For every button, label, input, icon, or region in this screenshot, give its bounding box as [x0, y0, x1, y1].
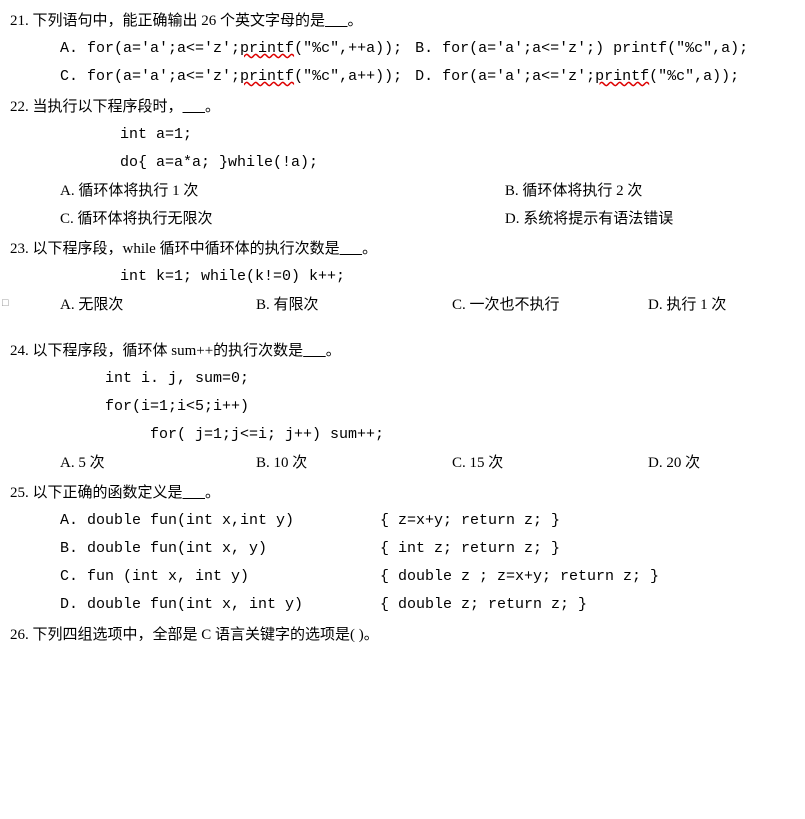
- q24-opt-d: D. 20 次: [648, 451, 795, 475]
- q22-opt-b: B. 循环体将执行 2 次: [505, 179, 795, 203]
- q21-d-post: ("%c",a));: [649, 68, 739, 85]
- q24-code2: for(i=1;i<5;i++): [10, 395, 795, 419]
- q25-b-sig: B. double fun(int x, y): [60, 537, 380, 561]
- q21-blank: [325, 13, 348, 29]
- q23-stem-suffix: 。: [362, 241, 377, 257]
- q23-blank: [340, 241, 363, 257]
- q25-opt-c: C. fun (int x, int y) { double z ; z=x+y…: [10, 565, 795, 589]
- question-23: 23. 以下程序段，while 循环中循环体的执行次数是 。 int k=1; …: [10, 237, 795, 317]
- q21-d-pre: for(a='a';a<='z';: [442, 68, 595, 85]
- q21-c-wavy: printf: [240, 68, 294, 85]
- q21-c-label: C.: [60, 68, 87, 85]
- q23-stem: 23. 以下程序段，while 循环中循环体的执行次数是 。: [10, 237, 795, 261]
- q23-opt-d: D. 执行 1 次: [648, 293, 795, 317]
- q23-opt-c: C. 一次也不执行: [452, 293, 648, 317]
- page-edge-mark: □: [2, 295, 9, 313]
- q24-opt-a: A. 5 次: [60, 451, 256, 475]
- q25-stem-prefix: 25. 以下正确的函数定义是: [10, 485, 183, 501]
- q21-opt-d: D. for(a='a';a<='z';printf("%c",a));: [415, 65, 795, 89]
- q25-stem-suffix: 。: [205, 485, 220, 501]
- spacer: [10, 323, 795, 335]
- q21-c-post: ("%c",a++));: [294, 68, 402, 85]
- q21-row1: A. for(a='a';a<='z';printf("%c",++a)); B…: [10, 37, 795, 61]
- question-25: 25. 以下正确的函数定义是 。 A. double fun(int x,int…: [10, 481, 795, 617]
- q21-stem-prefix: 21. 下列语句中，能正确输出 26 个英文字母的是: [10, 13, 325, 29]
- q21-a-label: A.: [60, 40, 87, 57]
- q22-stem: 22. 当执行以下程序段时， 。: [10, 95, 795, 119]
- q21-d-label: D.: [415, 68, 442, 85]
- q21-c-pre: for(a='a';a<='z';: [87, 68, 240, 85]
- q25-opt-d: D. double fun(int x, int y) { double z; …: [10, 593, 795, 617]
- q25-d-sig: D. double fun(int x, int y): [60, 593, 380, 617]
- q22-row1: A. 循环体将执行 1 次 B. 循环体将执行 2 次: [10, 179, 795, 203]
- q21-opt-a: A. for(a='a';a<='z';printf("%c",++a));: [60, 37, 415, 61]
- q24-code1: int i. j, sum=0;: [10, 367, 795, 391]
- q24-stem: 24. 以下程序段，循环体 sum++的执行次数是 。: [10, 339, 795, 363]
- q24-opts: A. 5 次 B. 10 次 C. 15 次 D. 20 次: [10, 451, 795, 475]
- q22-opt-a: A. 循环体将执行 1 次: [60, 179, 505, 203]
- q23-opt-b: B. 有限次: [256, 293, 452, 317]
- q21-opt-b: B. for(a='a';a<='z';) printf("%c",a);: [415, 37, 795, 61]
- q25-opt-a: A. double fun(int x,int y) { z=x+y; retu…: [10, 509, 795, 533]
- q22-stem-suffix: 。: [205, 99, 220, 115]
- q21-d-wavy: printf: [595, 68, 649, 85]
- q23-code: int k=1; while(k!=0) k++;: [10, 265, 795, 289]
- q25-a-sig: A. double fun(int x,int y): [60, 509, 380, 533]
- q22-stem-prefix: 22. 当执行以下程序段时，: [10, 99, 183, 115]
- q24-code3: for( j=1;j<=i; j++) sum++;: [10, 423, 795, 447]
- q22-row2: C. 循环体将执行无限次 D. 系统将提示有语法错误: [10, 207, 795, 231]
- q21-stem-suffix: 。: [348, 13, 363, 29]
- q21-a-pre: for(a='a';a<='z';: [87, 40, 240, 57]
- q25-stem: 25. 以下正确的函数定义是 。: [10, 481, 795, 505]
- q23-stem-prefix: 23. 以下程序段，while 循环中循环体的执行次数是: [10, 241, 340, 257]
- question-22: 22. 当执行以下程序段时， 。 int a=1; do{ a=a*a; }wh…: [10, 95, 795, 231]
- q24-blank: [303, 343, 326, 359]
- q25-opt-b: B. double fun(int x, y) { int z; return …: [10, 537, 795, 561]
- q21-row2: C. for(a='a';a<='z';printf("%c",a++)); D…: [10, 65, 795, 89]
- q22-opt-c: C. 循环体将执行无限次: [60, 207, 505, 231]
- q25-a-body: { z=x+y; return z; }: [380, 509, 760, 533]
- q23-opt-a: A. 无限次: [60, 293, 256, 317]
- q25-blank: [183, 485, 206, 501]
- q24-opt-b: B. 10 次: [256, 451, 452, 475]
- q21-a-post: ("%c",++a));: [294, 40, 402, 57]
- q22-opt-d: D. 系统将提示有语法错误: [505, 207, 795, 231]
- q26-stem: 26. 下列四组选项中，全部是 C 语言关键字的选项是( )。: [10, 623, 795, 647]
- q21-b-text: for(a='a';a<='z';) printf("%c",a);: [442, 40, 748, 57]
- q21-opt-c: C. for(a='a';a<='z';printf("%c",a++));: [60, 65, 415, 89]
- q24-stem-prefix: 24. 以下程序段，循环体 sum++的执行次数是: [10, 343, 303, 359]
- q25-c-sig: C. fun (int x, int y): [60, 565, 380, 589]
- q23-opts: □ A. 无限次 B. 有限次 C. 一次也不执行 D. 执行 1 次: [10, 293, 795, 317]
- q21-a-wavy: printf: [240, 40, 294, 57]
- q25-d-body: { double z; return z; }: [380, 593, 760, 617]
- q21-b-label: B.: [415, 40, 442, 57]
- question-21: 21. 下列语句中，能正确输出 26 个英文字母的是 。 A. for(a='a…: [10, 9, 795, 89]
- q21-stem: 21. 下列语句中，能正确输出 26 个英文字母的是 。: [10, 9, 795, 33]
- question-24: 24. 以下程序段，循环体 sum++的执行次数是 。 int i. j, su…: [10, 339, 795, 475]
- q22-code1: int a=1;: [10, 123, 795, 147]
- q24-opt-c: C. 15 次: [452, 451, 648, 475]
- q22-blank: [183, 99, 206, 115]
- question-26: 26. 下列四组选项中，全部是 C 语言关键字的选项是( )。: [10, 623, 795, 647]
- q25-b-body: { int z; return z; }: [380, 537, 760, 561]
- q22-code2: do{ a=a*a; }while(!a);: [10, 151, 795, 175]
- q25-c-body: { double z ; z=x+y; return z; }: [380, 565, 760, 589]
- q24-stem-suffix: 。: [326, 343, 341, 359]
